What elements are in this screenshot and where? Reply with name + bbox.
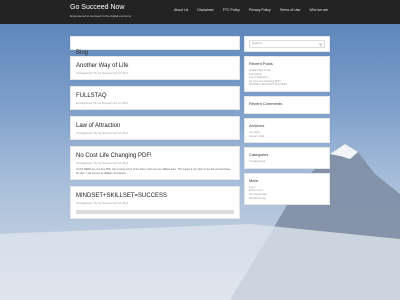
categories-widget: Categories Uncategorized [244,147,330,169]
main-content: Blog Another Way of Life Uncategorized /… [70,36,240,225]
widget-title: Meta [249,177,258,183]
post-card: No Cost Life Changing PDF! Uncategorized… [70,146,240,180]
widget-title: Recent Posts [249,61,273,66]
post-meta: Uncategorized / By Go Succeed / Apr 18, … [76,162,128,165]
nav-ftc-policy[interactable]: FTC Policy [223,8,240,12]
nav-privacy-policy[interactable]: Privacy Policy [249,8,271,12]
main-navigation: About Us Disclaimer FTC Policy Privacy P… [174,8,328,12]
search-input[interactable]: Search ... ⚲ [249,40,325,48]
post-card: Law of Attraction Uncategorized / By Go … [70,116,240,140]
page-title: Blog [76,50,89,56]
post-meta: Uncategorized / By Go Succeed / Apr 18, … [76,72,128,75]
archive-link[interactable]: January 2014 [249,135,325,139]
post-meta: Uncategorized / By Go Succeed / Apr 18, … [76,132,128,135]
widget-title: Categories [249,152,269,158]
archives-widget: Archives July 2014 January 2014 [244,117,330,144]
search-widget: Search ... ⚲ [244,36,330,52]
site-description: Empowered to succeed in the digital econ… [70,14,132,18]
meta-widget: Meta Log in Entries feed Comments feed W… [244,172,330,206]
search-placeholder: Search ... [252,41,265,45]
nav-disclaimer[interactable]: Disclaimer [197,8,213,12]
post-card: Another Way of Life Uncategorized / By G… [70,56,240,80]
post-featured-image [76,210,234,214]
meta-link[interactable]: WordPress.org [249,197,325,201]
post-excerpt: CLICK HERE for your free PDF. Get to kno… [76,168,231,175]
post-title-link[interactable]: Another Way of Life [76,63,234,70]
post-card: MINDSET+SKILLSET=SUCCESS Uncategorized /… [70,186,240,219]
nav-terms-of-use[interactable]: Terms of Use [280,8,301,12]
post-title-link[interactable]: FULLSTAQ [76,93,234,100]
site-title[interactable]: Go Succeed Now [70,4,124,11]
recent-posts-widget: Recent Posts Another Way of Life FULLSTA… [244,56,330,92]
sidebar: Search ... ⚲ Recent Posts Another Way of… [244,36,330,209]
nav-who-we-are[interactable]: Who we are [309,8,328,12]
widget-title: Recent Comments [249,100,283,106]
category-link[interactable]: Uncategorized [249,160,325,164]
post-title-link[interactable]: MINDSET+SKILLSET=SUCCESS [76,193,234,200]
post-card: FULLSTAQ Uncategorized / By Go Succeed /… [70,86,240,110]
blog-heading-card: Blog [70,36,240,56]
post-meta: Uncategorized / By Go Succeed / Apr 18, … [76,202,128,205]
widget-title: Archives [249,122,265,128]
recent-post-link[interactable]: MINDSET+SKILLSET=SUCCESS [249,83,325,87]
recent-comments-widget: Recent Comments [244,95,330,114]
post-meta: Uncategorized / By Go Succeed / Apr 18, … [76,102,128,105]
post-title-link[interactable]: No Cost Life Changing PDF! [76,153,234,160]
site-header: Go Succeed Now Empowered to succeed in t… [0,0,400,24]
search-icon[interactable]: ⚲ [319,42,322,47]
nav-about-us[interactable]: About Us [174,8,188,12]
post-title-link[interactable]: Law of Attraction [76,123,234,130]
